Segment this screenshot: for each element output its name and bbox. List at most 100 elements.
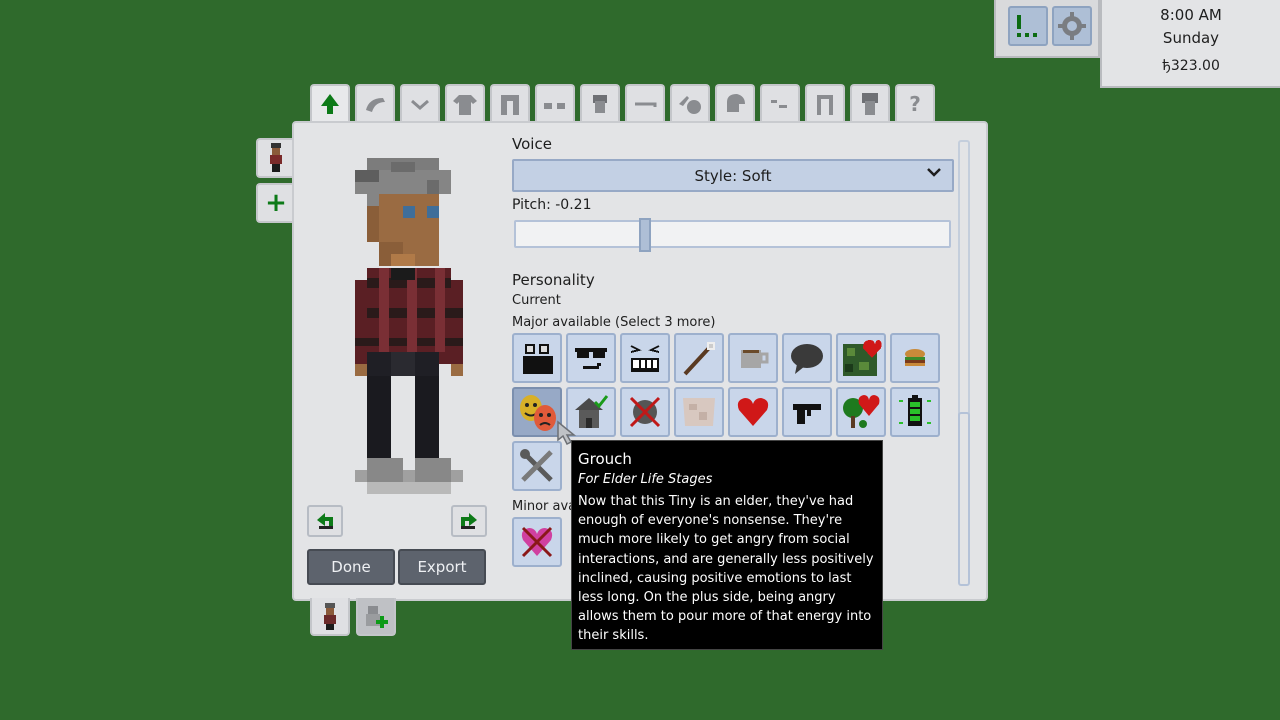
tiny-portrait-icon <box>324 603 336 630</box>
heart-icon <box>737 398 769 426</box>
rotate-left-icon <box>317 513 333 529</box>
coffee-cup-icon <box>741 350 769 368</box>
trait-gun[interactable] <box>782 387 832 437</box>
trait-speech-bubble[interactable] <box>782 333 832 383</box>
tab-help[interactable]: ? <box>895 84 935 122</box>
camo-heart-icon <box>843 340 882 376</box>
map-icon <box>683 398 715 426</box>
voice-heading: Voice <box>512 135 552 153</box>
hat-icon <box>679 96 701 114</box>
pitch-slider-knob[interactable] <box>639 218 651 252</box>
trait-grouch[interactable] <box>512 387 562 437</box>
tab-head[interactable] <box>580 84 620 122</box>
tree-icon <box>321 94 339 114</box>
film-clapper-icon <box>523 344 553 374</box>
speech-bubble-icon <box>791 344 823 374</box>
tab-shoes[interactable] <box>535 84 575 122</box>
add-tiny-icon <box>366 606 388 628</box>
trait-crossed-heart[interactable] <box>512 517 562 567</box>
side-tab-tiny[interactable] <box>256 138 294 178</box>
tab-helmet[interactable] <box>715 84 755 122</box>
side-tab-add[interactable]: + <box>256 183 294 223</box>
chevron-down-icon <box>926 166 942 182</box>
shoes-icon <box>544 103 565 109</box>
bottom-tab-tiny[interactable] <box>310 598 350 636</box>
grin-icon <box>630 345 660 372</box>
trait-grin[interactable] <box>620 333 670 383</box>
hud-buttons <box>994 0 1100 58</box>
trait-camo-heart[interactable] <box>836 333 886 383</box>
tab-pants[interactable] <box>490 84 530 122</box>
voice-style-dropdown[interactable]: Style: Soft <box>512 159 954 192</box>
trait-sunglasses[interactable] <box>566 333 616 383</box>
helmet-icon <box>727 94 745 112</box>
mouth-icon <box>635 102 657 107</box>
clock-panel: 8:00 AM Sunday ђ323.00 <box>1100 0 1280 88</box>
alerts-button[interactable] <box>1008 6 1048 46</box>
tooltip-subtitle: For Elder Life Stages <box>578 472 713 487</box>
current-label: Current <box>512 293 561 308</box>
outfit-icon <box>817 95 833 115</box>
magic-wand-icon <box>683 342 715 376</box>
theater-masks-icon <box>520 395 556 431</box>
trait-coffee-cup[interactable] <box>728 333 778 383</box>
tooltip-body: Now that this Tiny is an elder, they've … <box>578 494 874 644</box>
major-available-label: Major available (Select 3 more) <box>512 315 716 330</box>
time-text: 8:00 AM <box>1160 6 1222 24</box>
tab-hair[interactable] <box>355 84 395 122</box>
tab-hat[interactable] <box>670 84 710 122</box>
tools-icon <box>520 449 553 482</box>
eyebrow-icon <box>411 99 429 110</box>
alerts-icon <box>1017 15 1037 37</box>
tiny-portrait-icon <box>270 143 282 172</box>
trait-map[interactable] <box>674 387 724 437</box>
trait-tree-heart[interactable] <box>836 387 886 437</box>
trait-heart[interactable] <box>728 387 778 437</box>
rotate-right-icon <box>461 513 477 529</box>
gun-icon <box>793 404 821 424</box>
day-text: Sunday <box>1162 29 1220 47</box>
tab-outfit[interactable] <box>805 84 845 122</box>
tab-mouth[interactable] <box>625 84 665 122</box>
trait-battery[interactable] <box>890 387 940 437</box>
pants-icon <box>501 95 519 115</box>
tooltip-title: Grouch <box>578 450 632 468</box>
crossed-out-icon <box>629 396 661 428</box>
trait-magic-wand[interactable] <box>674 333 724 383</box>
export-button[interactable]: Export <box>398 549 486 585</box>
panel-scrollbar[interactable] <box>958 140 970 586</box>
burger-icon <box>905 349 925 366</box>
trait-crossed-out[interactable] <box>620 387 670 437</box>
character-preview <box>355 158 465 498</box>
settings-gear-icon <box>1058 12 1086 40</box>
tab-accessory[interactable] <box>760 84 800 122</box>
character-icon <box>862 93 878 115</box>
tab-tree[interactable] <box>310 84 350 122</box>
battery-icon <box>899 395 931 426</box>
voice-style-value: Style: Soft <box>694 166 772 185</box>
tab-character[interactable] <box>850 84 890 122</box>
trait-burger[interactable] <box>890 333 940 383</box>
money-text: ђ323.00 <box>1162 58 1220 74</box>
pitch-label: Pitch: -0.21 <box>512 197 592 213</box>
sunglasses-icon <box>575 348 607 369</box>
settings-button[interactable] <box>1052 6 1092 46</box>
scrollbar-thumb[interactable] <box>958 412 970 586</box>
head-icon <box>593 95 607 113</box>
trait-tools[interactable] <box>512 441 562 491</box>
trait-film-clapper[interactable] <box>512 333 562 383</box>
personality-heading: Personality <box>512 271 595 289</box>
crossed-heart-icon <box>521 526 553 558</box>
tab-eyebrow[interactable] <box>400 84 440 122</box>
rotate-left-button[interactable] <box>307 505 343 537</box>
trait-tooltip: Grouch For Elder Life Stages Now that th… <box>571 440 883 650</box>
help-icon: ? <box>909 92 921 116</box>
bottom-tab-add-tiny[interactable] <box>356 598 396 636</box>
rotate-right-button[interactable] <box>451 505 487 537</box>
pitch-slider[interactable] <box>514 218 951 252</box>
plus-icon: + <box>265 188 287 218</box>
tab-shirt[interactable] <box>445 84 485 122</box>
done-button[interactable]: Done <box>307 549 395 585</box>
hair-icon <box>366 98 385 112</box>
accessory-icon <box>771 100 787 108</box>
